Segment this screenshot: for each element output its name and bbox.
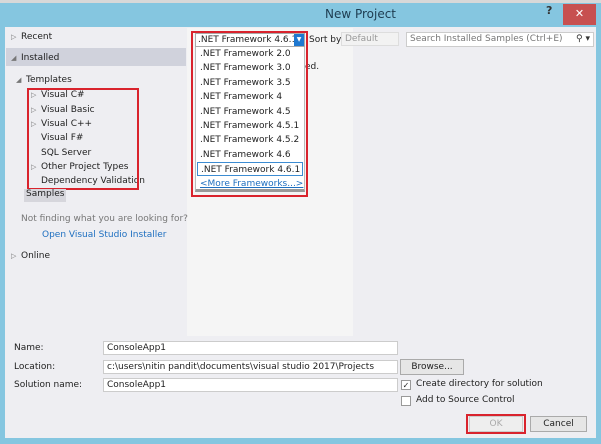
help-button[interactable]: ? bbox=[546, 4, 552, 17]
solution-name-input[interactable]: ConsoleApp1 bbox=[103, 378, 398, 392]
tree-templates[interactable]: ◢ Templates bbox=[16, 75, 72, 85]
name-input[interactable]: ConsoleApp1 bbox=[103, 341, 398, 355]
open-installer-link[interactable]: Open Visual Studio Installer bbox=[42, 230, 166, 240]
highlight-box-ok bbox=[466, 414, 526, 434]
browse-button[interactable]: Browse... bbox=[400, 359, 464, 375]
sort-by-label: Sort by: bbox=[309, 35, 344, 45]
close-button[interactable]: ✕ bbox=[563, 4, 596, 25]
source-control-checkbox[interactable] bbox=[401, 396, 411, 406]
highlight-box-templates bbox=[27, 88, 139, 190]
location-input[interactable]: c:\users\nitin pandit\documents\visual s… bbox=[103, 360, 398, 374]
window-title: New Project bbox=[324, 7, 397, 21]
create-directory-checkbox[interactable]: ✓ bbox=[401, 380, 411, 390]
tree-online[interactable]: ▷ Online bbox=[11, 251, 50, 261]
background-window-strip bbox=[0, 0, 601, 3]
collapse-icon: ◢ bbox=[16, 76, 22, 84]
not-finding-text: Not finding what you are looking for? bbox=[21, 214, 188, 224]
create-directory-label: Create directory for solution bbox=[416, 379, 543, 389]
search-input[interactable]: Search Installed Samples (Ctrl+E) ⚲ ▾ bbox=[406, 32, 594, 47]
tree-recent[interactable]: ▷ Recent bbox=[11, 32, 52, 42]
tree-samples[interactable]: Samples bbox=[24, 189, 67, 202]
cancel-button[interactable]: Cancel bbox=[530, 416, 587, 432]
solution-name-label: Solution name: bbox=[14, 380, 83, 390]
highlight-box-framework bbox=[191, 31, 308, 197]
tree-installed[interactable]: ◢ Installed bbox=[11, 53, 59, 63]
sort-by-select[interactable]: Default bbox=[341, 32, 399, 46]
source-control-label: Add to Source Control bbox=[416, 395, 515, 405]
expand-icon: ▷ bbox=[11, 252, 17, 260]
name-label: Name: bbox=[14, 343, 44, 353]
location-label: Location: bbox=[14, 362, 56, 372]
search-icon[interactable]: ⚲ ▾ bbox=[576, 33, 590, 46]
expand-icon: ▷ bbox=[11, 33, 17, 41]
collapse-icon: ◢ bbox=[11, 54, 17, 62]
